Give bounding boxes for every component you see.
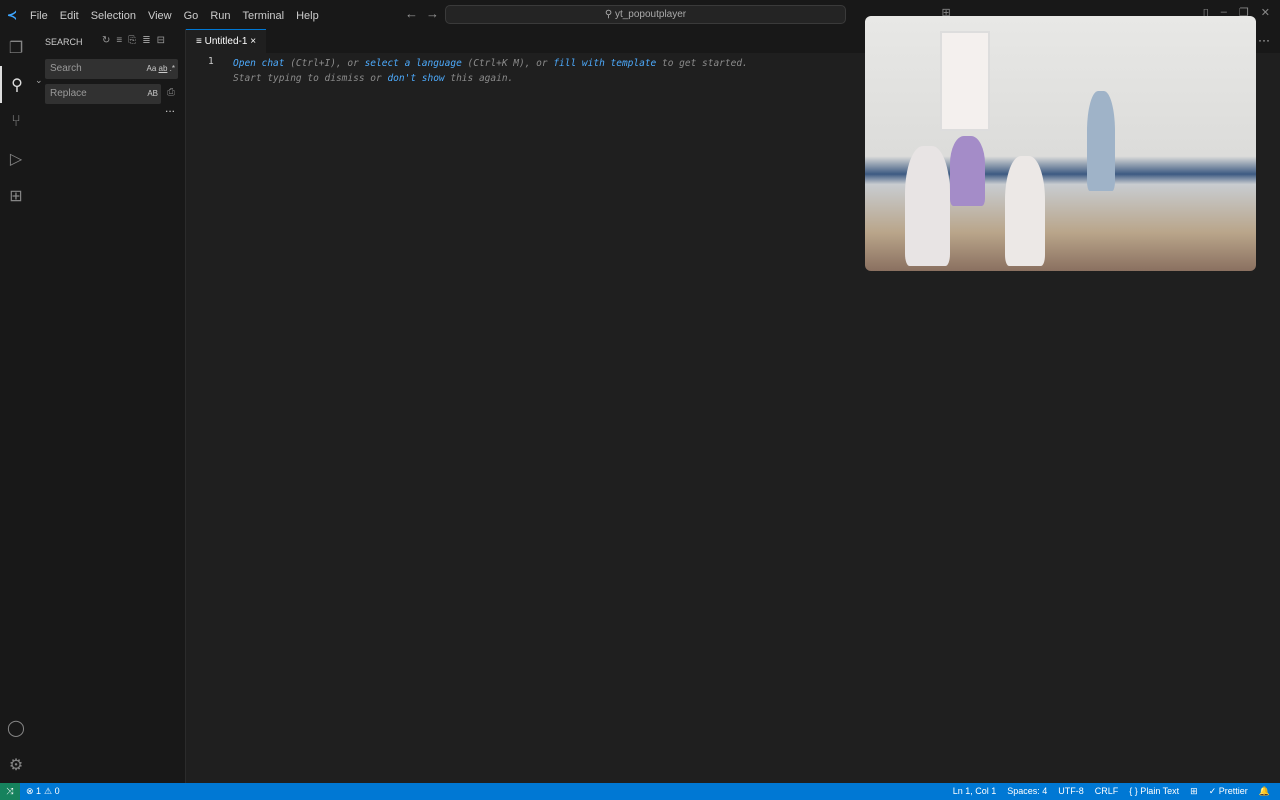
replace-input[interactable]: Replace AB: [45, 84, 161, 104]
search-actions[interactable]: ↻≡⎘≣⊟: [102, 35, 171, 46]
whole-word-toggle[interactable]: ab: [159, 64, 168, 73]
menu-run[interactable]: Run: [204, 10, 236, 22]
preserve-case-toggle[interactable]: AB: [147, 84, 158, 104]
student-image: [905, 146, 950, 266]
view-as-tree-icon[interactable]: ≣: [142, 35, 156, 46]
source-control-icon[interactable]: ⑂: [0, 103, 32, 140]
extensions-icon[interactable]: ⊞: [0, 177, 32, 214]
hint-text: this again.: [444, 73, 514, 84]
copilot-status-icon[interactable]: ⊞: [1190, 786, 1198, 797]
search-sidebar: SEARCH ↻≡⎘≣⊟ ⌄ Search Aa ab .* Replace AB …: [32, 29, 186, 783]
tab-close-icon[interactable]: ×: [250, 36, 256, 47]
fill-template-link[interactable]: fill with template: [553, 58, 656, 69]
settings-gear-icon[interactable]: ⚙: [0, 746, 32, 783]
menu-bar: File Edit Selection View Go Run Terminal Help: [24, 8, 325, 22]
tab-label: Untitled-1: [204, 36, 248, 47]
close-icon[interactable]: ✕: [1261, 6, 1270, 19]
menu-file[interactable]: File: [24, 10, 54, 22]
tab-untitled-1[interactable]: ≡ Untitled-1 ×: [186, 29, 267, 53]
clear-results-icon[interactable]: ≡: [116, 35, 128, 46]
match-case-toggle[interactable]: Aa: [146, 64, 156, 73]
remote-indicator[interactable]: ⤨: [0, 783, 20, 800]
toggle-search-details[interactable]: ...: [165, 101, 175, 115]
line-ending[interactable]: CRLF: [1095, 786, 1119, 797]
cursor-position[interactable]: Ln 1, Col 1: [953, 786, 997, 797]
refresh-icon[interactable]: ↻: [102, 35, 116, 46]
replace-placeholder: Replace: [50, 88, 87, 99]
activity-bar: ❐ ⚲ ⑂ ▷ ⊞ ◯ ⚙: [0, 29, 32, 783]
hint-text: (Ctrl+I), or: [284, 58, 365, 69]
menu-edit[interactable]: Edit: [54, 10, 85, 22]
indentation[interactable]: Spaces: 4: [1007, 786, 1047, 797]
replace-all-icon[interactable]: ⎙: [167, 87, 175, 98]
prettier-status[interactable]: ✓ Prettier: [1209, 786, 1248, 797]
language-mode[interactable]: { } Plain Text: [1129, 786, 1179, 797]
forward-icon[interactable]: →: [426, 6, 447, 21]
file-icon: ≡: [196, 36, 205, 47]
run-debug-icon[interactable]: ▷: [0, 140, 32, 177]
search-input[interactable]: Search Aa ab .*: [45, 59, 178, 79]
line-number: 1: [208, 56, 214, 67]
menu-view[interactable]: View: [142, 10, 178, 22]
nav-arrows[interactable]: ←→: [405, 6, 447, 21]
editor-hint: Open chat (Ctrl+I), or select a language…: [233, 56, 748, 86]
popout-video-player[interactable]: [865, 16, 1256, 271]
explorer-icon[interactable]: ❐: [0, 29, 32, 66]
student-image: [1005, 156, 1045, 266]
select-language-link[interactable]: select a language: [365, 58, 462, 69]
window-image: [940, 31, 990, 131]
menu-go[interactable]: Go: [178, 10, 205, 22]
command-center[interactable]: ⚲ yt_popoutplayer: [445, 5, 846, 24]
menu-help[interactable]: Help: [290, 10, 325, 22]
regex-toggle[interactable]: .*: [170, 64, 175, 73]
teacher-image: [1087, 91, 1115, 191]
toggle-replace-chevron-icon[interactable]: ⌄: [35, 75, 43, 86]
encoding[interactable]: UTF-8: [1058, 786, 1084, 797]
menu-selection[interactable]: Selection: [85, 10, 142, 22]
search-placeholder: Search: [50, 63, 82, 74]
errors-count[interactable]: ⊗ 1: [26, 786, 41, 797]
collapse-all-icon[interactable]: ⊟: [157, 35, 171, 46]
search-icon: ⚲: [604, 9, 615, 20]
search-icon[interactable]: ⚲: [0, 66, 32, 103]
hint-text: to get started.: [656, 58, 748, 69]
status-bar: ⤨ ⊗ 1 ⚠ 0 Ln 1, Col 1 Spaces: 4 UTF-8 CR…: [0, 783, 1280, 800]
new-search-editor-icon[interactable]: ⎘: [128, 35, 142, 46]
account-icon[interactable]: ◯: [0, 709, 32, 746]
command-center-label: yt_popoutplayer: [614, 9, 687, 20]
warnings-count[interactable]: ⚠ 0: [44, 786, 60, 797]
open-chat-link[interactable]: Open chat: [233, 58, 284, 69]
hint-text: (Ctrl+K M), or: [461, 58, 554, 69]
sidebar-title: SEARCH: [45, 37, 83, 47]
hint-text: Start typing to dismiss or: [233, 73, 388, 84]
back-icon[interactable]: ←: [405, 6, 426, 21]
vscode-logo-icon: ≺: [6, 7, 18, 22]
more-actions-icon[interactable]: ···: [1258, 33, 1270, 47]
menu-terminal[interactable]: Terminal: [237, 10, 291, 22]
notifications-bell-icon[interactable]: 🔔: [1259, 786, 1270, 797]
dont-show-link[interactable]: don't show: [387, 73, 444, 84]
student-image: [950, 136, 985, 206]
